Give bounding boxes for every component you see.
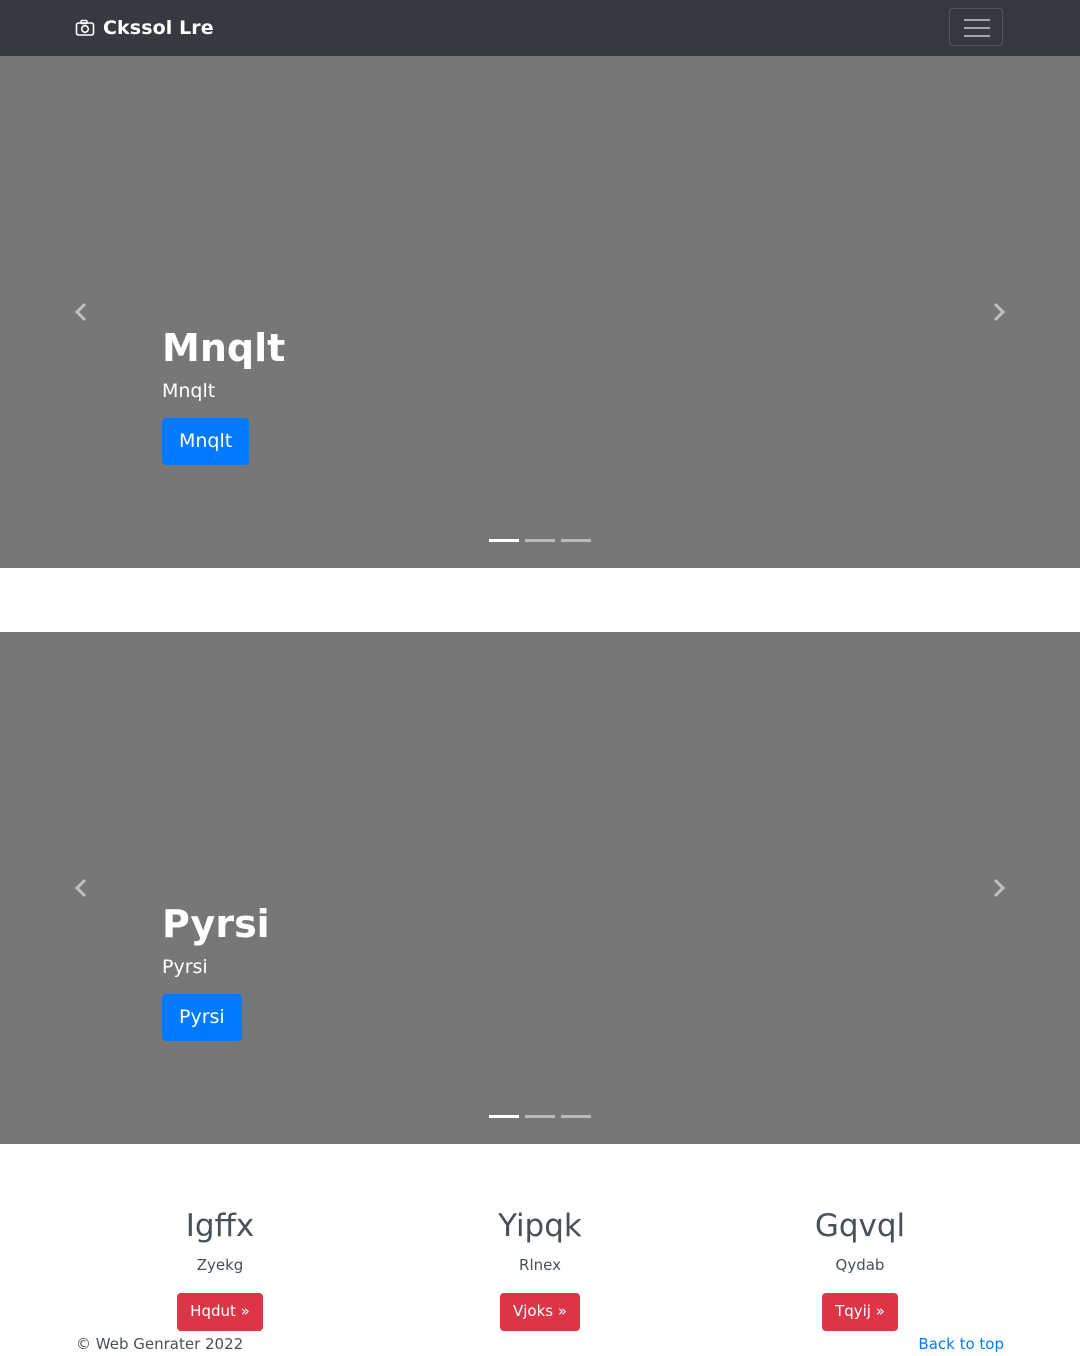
- brand-name: Ckssol Lre: [103, 17, 214, 39]
- feature-text: Rlnex: [519, 1256, 561, 1275]
- footer-copyright: © Web Genrater 2022: [76, 1335, 244, 1353]
- chevron-left-icon[interactable]: [72, 302, 92, 322]
- carousel-caption: Pyrsi Pyrsi Pyrsi: [162, 902, 270, 1041]
- carousel-heading: Mnqlt: [162, 326, 286, 370]
- carousel-indicator[interactable]: [561, 539, 591, 542]
- feature-column: Gqvql Qydab Tqyij »: [710, 1208, 1010, 1331]
- carousel-text: Mnqlt: [162, 379, 216, 402]
- carousel-indicator[interactable]: [561, 1115, 591, 1118]
- carousel-caption: Mnqlt Mnqlt Mnqlt: [162, 326, 285, 465]
- feature-heading: Igffx: [185, 1208, 255, 1244]
- hamburger-icon: [964, 27, 990, 29]
- chevron-right-icon[interactable]: [988, 302, 1008, 322]
- carousel-text: Pyrsi: [162, 955, 208, 978]
- hamburger-icon: [964, 35, 990, 37]
- feature-text: Zyekg: [196, 1256, 244, 1275]
- feature-heading: Gqvql: [814, 1208, 906, 1244]
- navbar-toggler-button[interactable]: [949, 8, 1003, 46]
- camera-icon: [75, 19, 95, 36]
- feature-button[interactable]: Vjoks »: [499, 1293, 581, 1331]
- carousel-indicator[interactable]: [525, 1115, 555, 1118]
- navbar: Ckssol Lre: [0, 0, 1080, 56]
- carousel-button[interactable]: Mnqlt: [162, 418, 250, 465]
- feature-column: Yipqk Rlnex Vjoks »: [390, 1208, 690, 1331]
- carousel-indicators: [489, 539, 597, 542]
- brand-link[interactable]: Ckssol Lre: [75, 14, 214, 42]
- carousel-heading: Pyrsi: [162, 902, 270, 946]
- feature-column: Igffx Zyekg Hqdut »: [70, 1208, 370, 1331]
- feature-text: Qydab: [835, 1256, 885, 1275]
- carousel-indicators: [489, 1115, 597, 1118]
- carousel-indicator[interactable]: [489, 1115, 519, 1118]
- feature-button[interactable]: Hqdut »: [177, 1293, 263, 1331]
- carousel-indicator[interactable]: [525, 539, 555, 542]
- chevron-left-icon[interactable]: [72, 878, 92, 898]
- feature-heading: Yipqk: [498, 1208, 582, 1244]
- back-to-top-link[interactable]: Back to top: [918, 1335, 1004, 1353]
- chevron-right-icon[interactable]: [988, 878, 1008, 898]
- carousel-button[interactable]: Pyrsi: [162, 994, 242, 1041]
- feature-button[interactable]: Tqyij »: [822, 1293, 898, 1331]
- carousel-2: Pyrsi Pyrsi Pyrsi: [0, 632, 1080, 1144]
- hamburger-icon: [964, 19, 990, 21]
- carousel-indicator[interactable]: [489, 539, 519, 542]
- carousel-1: Mnqlt Mnqlt Mnqlt: [0, 56, 1080, 568]
